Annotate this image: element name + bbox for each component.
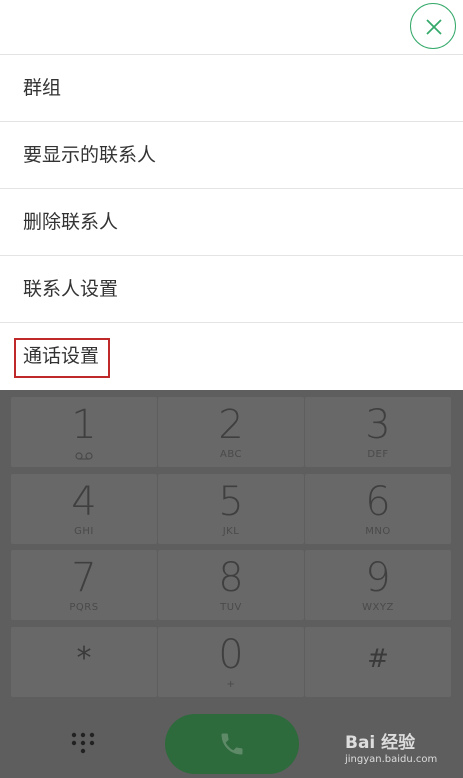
key-digit: 2 [218, 402, 244, 448]
menu-item-contacts-to-display[interactable]: 要显示的联系人 [0, 122, 463, 189]
dial-key-8[interactable]: 8 TUV [158, 550, 304, 620]
key-digit: # [367, 644, 389, 674]
key-digit: 5 [218, 479, 244, 525]
key-letters: MNO [365, 526, 391, 537]
key-digit: * [76, 641, 92, 676]
key-letters: TUV [220, 602, 242, 613]
dial-key-3[interactable]: 3 DEF [305, 397, 451, 467]
key-letters: PQRS [69, 602, 99, 613]
close-button[interactable] [410, 3, 456, 49]
call-button[interactable] [165, 714, 299, 774]
dialpad-grid-icon[interactable] [70, 731, 96, 755]
dial-key-4[interactable]: 4 GHI [11, 474, 157, 544]
dialer-bottom-bar: Bai 经验 jingyan.baidu.com [0, 706, 463, 778]
close-icon [426, 19, 442, 35]
watermark-url: jingyan.baidu.com [345, 754, 438, 765]
highlight-box [14, 338, 110, 378]
key-digit: 9 [365, 555, 391, 601]
key-digit: 0 [218, 632, 244, 678]
key-letters: + [226, 679, 236, 690]
menu-item-contact-settings[interactable]: 联系人设置 [0, 256, 463, 323]
menu-header [0, 0, 463, 55]
dial-key-7[interactable]: 7 PQRS [11, 550, 157, 620]
key-digit: 6 [365, 479, 391, 525]
menu-item-label: 删除联系人 [23, 211, 119, 233]
dial-key-9[interactable]: 9 WXYZ [305, 550, 451, 620]
key-digit: 3 [365, 402, 391, 448]
dial-key-star[interactable]: * [11, 627, 157, 697]
key-letters: DEF [367, 449, 389, 460]
menu-item-delete-contacts[interactable]: 删除联系人 [0, 189, 463, 256]
phone-icon [221, 733, 243, 755]
overflow-menu: 群组 要显示的联系人 删除联系人 联系人设置 通话设置 [0, 0, 463, 390]
key-letters: JKL [222, 526, 240, 537]
key-digit: 8 [218, 555, 244, 601]
dial-key-5[interactable]: 5 JKL [158, 474, 304, 544]
dialpad: 1 2 ABC 3 DEF 4 GHI 5 JKL 6 MNO 7 PQRS 8… [0, 390, 463, 778]
dial-key-2[interactable]: 2 ABC [158, 397, 304, 467]
dial-key-hash[interactable]: # [305, 627, 451, 697]
dial-key-0[interactable]: 0 + [158, 627, 304, 697]
key-digit: 7 [71, 555, 97, 601]
key-letters: WXYZ [362, 602, 394, 613]
menu-item-label: 要显示的联系人 [23, 144, 157, 166]
key-digit: 4 [71, 479, 97, 525]
voicemail-icon [75, 452, 93, 460]
menu-item-label: 群组 [23, 77, 62, 99]
menu-item-label: 联系人设置 [23, 278, 119, 300]
key-digit: 1 [71, 402, 97, 448]
watermark-brand: Bai 经验 [345, 733, 416, 753]
key-letters: ABC [219, 449, 242, 460]
key-letters: GHI [74, 526, 94, 537]
dial-key-1[interactable]: 1 [11, 397, 157, 467]
menu-item-groups[interactable]: 群组 [0, 55, 463, 122]
dial-key-6[interactable]: 6 MNO [305, 474, 451, 544]
